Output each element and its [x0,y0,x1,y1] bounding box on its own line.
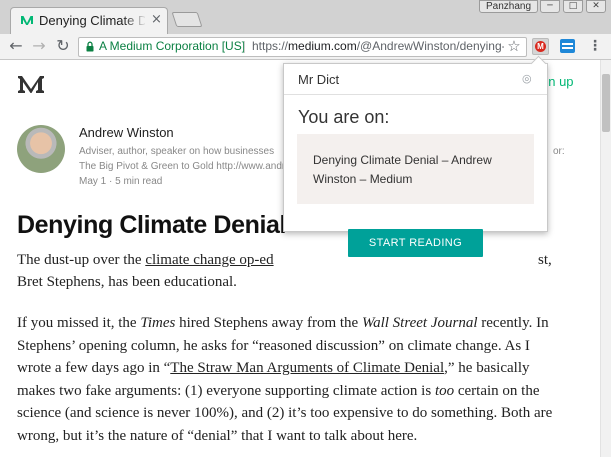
p2-text: hired Stephens away from the [175,315,362,331]
lock-icon [86,41,94,52]
paragraph-1-line1-tail: st, [538,252,552,268]
globe-icon[interactable]: ◎ [522,73,534,85]
medium-favicon-icon [20,13,34,27]
current-page-title: Denying Climate Denial – Andrew Winston … [313,153,492,186]
paragraph-1-line1: The dust-up over the climate change op-e… [17,249,274,272]
p2-text: If you missed it, the [17,315,141,331]
paragraph-2: If you missed it, the Times hired Stephe… [17,312,602,447]
author-avatar[interactable] [17,125,65,173]
author-name[interactable]: Andrew Winston [79,125,174,140]
popup-divider [284,94,547,95]
url-path: /@AndrewWinston/denying-climate-denial [356,39,504,53]
tab-title-fade [123,10,147,30]
start-reading-button[interactable]: START READING [348,229,483,257]
maximize-icon[interactable]: □ [563,0,583,13]
close-window-icon[interactable]: ✕ [586,0,606,13]
wsj-italic: Wall Street Journal [361,315,478,331]
chrome-menu-icon[interactable]: ⋮ [588,38,602,54]
site-identity-chip[interactable]: A Medium Corporation [US] [99,38,245,55]
scrollbar-thumb[interactable] [602,74,610,132]
bookmark-star-icon[interactable]: ☆ [506,38,522,54]
p2-text: makes two fake arguments: (1) everyone s… [17,382,435,399]
minimize-icon[interactable]: ─ [540,0,560,13]
tab-close-icon[interactable]: × [151,13,163,27]
p2-text: recently. In [477,315,549,331]
author-bio-tail: or: [553,146,565,157]
too-italic: too [434,382,455,399]
popup-title: Mr Dict [298,72,340,87]
p2-line2: Stephens’ opening column, he asks for “r… [17,337,530,354]
forward-icon[interactable]: → [30,37,48,55]
medium-logo-icon[interactable] [18,74,44,94]
p2-line6: wrong, but it’s the nature of “denial” t… [17,427,418,444]
article-title: Denying Climate Denial [17,211,287,239]
reload-icon[interactable]: ↻ [54,37,72,55]
climate-op-ed-link[interactable]: climate change op-ed [145,252,273,268]
url-scheme: https:// [252,39,289,53]
url-text[interactable]: https://medium.com/@AndrewWinston/denyin… [252,38,504,55]
p1-text: The dust-up over the [17,252,146,268]
p2-text: wrote a few days ago in “ [17,360,171,376]
p2-line3: wrote a few days ago in “The Straw Man A… [17,357,602,380]
profile-button[interactable]: Panzhang [479,0,538,13]
mr-dict-logo-icon: M [535,41,546,52]
paragraph-1-line2: Bret Stephens, has been educational. [17,274,237,290]
p2-text: certain on the [454,382,540,399]
author-bio-line2: The Big Pivot & Green to Gold http://www… [79,161,289,172]
p2-line4: makes two fake arguments: (1) everyone s… [17,380,602,403]
post-meta: May 1 · 5 min read [79,176,163,187]
p2-line5: science (and science is never 100%), and… [17,405,553,421]
popup-heading: You are on: [298,107,390,127]
p2-line1: If you missed it, the Times hired Stephe… [17,312,602,335]
straw-man-link[interactable]: The Straw Man Arguments of Climate Denia… [170,360,444,376]
mr-dict-extension-button[interactable]: M [532,38,549,55]
tab-active[interactable]: Denying Climate Denial – Andrew Winston … [10,7,168,34]
author-bio-line1: Adviser, author, speaker on how business… [79,146,275,157]
new-tab-button[interactable] [171,12,203,27]
p2-text: ,” he basically [444,360,530,376]
back-icon[interactable]: ← [7,37,25,55]
times-italic: Times [140,315,176,331]
url-host: medium.com [288,39,357,53]
url-separator [244,41,245,53]
reader-extension-icon[interactable] [560,39,575,53]
